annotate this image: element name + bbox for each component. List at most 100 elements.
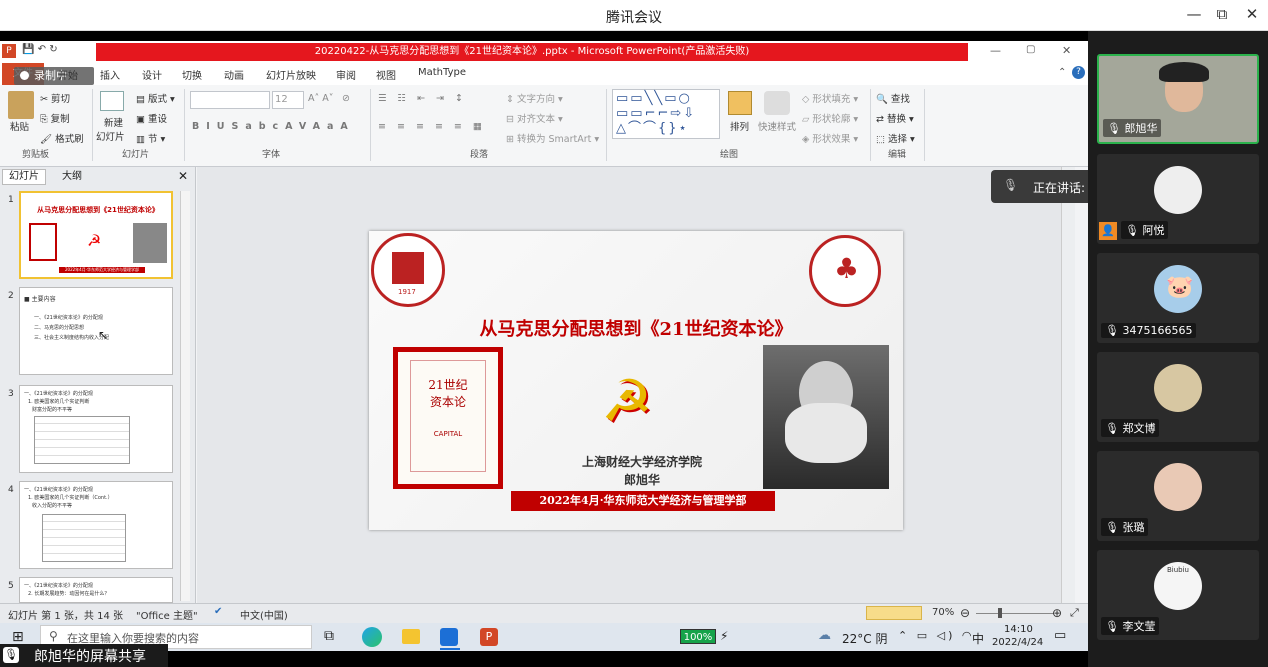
windows-start-icon[interactable]: ⊞: [12, 629, 24, 645]
quick-access-icon[interactable]: 💾 ↶ ↻: [22, 44, 58, 55]
grow-shrink-font-icon[interactable]: A˄ A˅: [308, 93, 334, 104]
zoom-in-button[interactable]: ⊕: [1052, 606, 1062, 620]
tencent-meeting-icon[interactable]: [440, 628, 458, 646]
slide-thumbnail-4[interactable]: 一、《21世纪资本论》的分配观 1. 欧美国家的几个实证判断（Cont.） 收入…: [19, 481, 173, 569]
thumb-line: 二、马克思的分配思想: [34, 325, 85, 331]
tab-design[interactable]: 设计: [142, 67, 162, 82]
task-view-icon[interactable]: ⧉: [324, 628, 334, 644]
minimize-button[interactable]: —: [1180, 5, 1208, 23]
tab-view[interactable]: 视图: [376, 67, 396, 82]
tray-icons[interactable]: ⌃ ▭ ◁) ◠: [898, 629, 974, 642]
participant-tile-6[interactable]: Biubiu 🎙 李文莹: [1097, 550, 1259, 640]
tab-mathtype[interactable]: MathType: [418, 67, 466, 78]
zoom-slider-thumb[interactable]: [998, 608, 1002, 618]
shape-fill-button[interactable]: ◇ 形状填充 ▾: [802, 91, 858, 105]
paste-button[interactable]: 粘贴: [10, 119, 29, 133]
participant-tile-5[interactable]: 🎙 张璐: [1097, 451, 1259, 541]
text-direction-button[interactable]: ⇕ 文字方向 ▾: [506, 91, 563, 105]
new-slide-icon[interactable]: [100, 91, 124, 111]
slide-thumbnail-2[interactable]: ■ 主要内容 一、《21世纪资本论》的分配观 二、马克思的分配思想 三、社会主义…: [19, 287, 173, 375]
view-buttons[interactable]: [866, 606, 922, 620]
clock-date[interactable]: 2022/4/24: [992, 637, 1043, 648]
shapes-gallery[interactable]: ▭▭╲╲▭○ ▭▭⌐⌐⇨⇩ △⌒⌒{}⋆: [612, 89, 720, 139]
ppt-titlebar: P 💾 ↶ ↻ 20220422-从马克思分配思想到《21世纪资本论》.pptx…: [0, 41, 1088, 63]
clear-format-icon[interactable]: ⊘: [342, 93, 350, 104]
tab-outline[interactable]: 大纲: [50, 169, 94, 185]
tab-insert[interactable]: 插入: [100, 67, 120, 82]
shape-effect-button[interactable]: ◈ 形状效果 ▾: [802, 131, 858, 145]
find-button[interactable]: 🔍 查找: [876, 91, 910, 105]
layout-button[interactable]: ▤ 版式 ▾: [136, 91, 175, 105]
tab-slideshow[interactable]: 幻灯片放映: [266, 67, 316, 82]
ime-indicator[interactable]: 中: [972, 630, 984, 647]
participant-tile-1[interactable]: 🎙 郎旭华: [1097, 54, 1259, 144]
fit-to-window-icon[interactable]: ⤢: [1070, 606, 1079, 620]
section-button[interactable]: ▥ 节 ▾: [136, 131, 165, 145]
divider: [370, 89, 371, 161]
participant-tile-2[interactable]: 👤 🎙 阿悦: [1097, 154, 1259, 244]
new-slide-label[interactable]: 新建: [104, 115, 123, 129]
spellcheck-icon[interactable]: ✔: [214, 606, 222, 617]
divider: [184, 89, 185, 161]
tab-transitions[interactable]: 切换: [182, 67, 202, 82]
current-slide[interactable]: 1917 ♣ 从马克思分配思想到《21世纪资本论》 21世纪 资本论 CAPIT…: [369, 231, 903, 530]
select-button[interactable]: ⬚ 选择 ▾: [876, 131, 915, 145]
thumb-title: 一、《21世纪资本论》的分配观: [24, 487, 93, 493]
cut-button[interactable]: ✂ 剪切: [40, 91, 70, 105]
font-size-box[interactable]: 12: [272, 91, 304, 109]
tab-review[interactable]: 审阅: [336, 67, 356, 82]
tab-home[interactable]: 开始: [58, 67, 78, 82]
book-title: 21世纪 资本论: [428, 378, 468, 409]
collapse-ribbon-icon[interactable]: ⌃: [1058, 67, 1066, 78]
font-name-box[interactable]: [190, 91, 270, 109]
slide-thumbnail-5[interactable]: 一、《21世纪资本论》的分配观 2. 长期发展趋势：动因何在是什么？: [19, 577, 173, 603]
vertical-scrollbar[interactable]: [1061, 167, 1075, 603]
replace-button[interactable]: ⇄ 替换 ▾: [876, 111, 914, 125]
paste-icon[interactable]: [8, 91, 34, 119]
thumb-sub: 收入分配的不平等: [32, 503, 73, 509]
quick-styles-button[interactable]: 快速样式: [758, 119, 796, 133]
zoom-out-button[interactable]: ⊖: [960, 606, 970, 620]
clock-time[interactable]: 14:10: [1004, 624, 1033, 635]
zoom-slider[interactable]: [976, 613, 1054, 614]
slide-thumbnail-3[interactable]: 一、《21世纪资本论》的分配观 1. 欧美国家的几个实证判断 财富分配的不平等: [19, 385, 173, 473]
align-buttons[interactable]: ≡ ≡ ≡ ≡ ≡ ▦: [378, 121, 486, 132]
shape-outline-button[interactable]: ▱ 形状轮廓 ▾: [802, 111, 858, 125]
ppt-restore-button[interactable]: ▢: [1026, 44, 1035, 55]
tab-slides[interactable]: 幻灯片: [2, 169, 46, 185]
editing-group-label: 编辑: [888, 150, 907, 160]
quick-styles-icon[interactable]: [764, 91, 790, 115]
edge-icon[interactable]: [362, 627, 382, 647]
list-buttons[interactable]: ☰ ☷ ⇤ ⇥ ↕: [378, 93, 467, 104]
format-painter-button[interactable]: 🖌 格式刷: [40, 131, 84, 145]
smartart-button[interactable]: ⊞ 转换为 SmartArt ▾: [506, 131, 599, 145]
notification-icon[interactable]: ▭: [1054, 628, 1066, 643]
arrange-button[interactable]: 排列: [730, 119, 749, 133]
file-explorer-icon[interactable]: [402, 629, 420, 644]
thumbnail-scrollbar[interactable]: [180, 191, 190, 601]
powerpoint-task-icon[interactable]: P: [480, 628, 498, 646]
arrange-icon[interactable]: [728, 91, 752, 115]
powerpoint-icon: P: [2, 44, 16, 58]
participant-tile-3[interactable]: 🐷 🎙 3475166565: [1097, 253, 1259, 343]
tab-animations[interactable]: 动画: [224, 67, 244, 82]
weather-text[interactable]: 22°C 阴: [842, 630, 887, 647]
ppt-minimize-button[interactable]: —: [990, 44, 1001, 57]
reset-button[interactable]: ▣ 重设: [136, 111, 167, 125]
participant-tile-4[interactable]: 🎙 郑文博: [1097, 352, 1259, 442]
mic-muted-icon: 🎙: [1003, 178, 1019, 192]
copy-button[interactable]: ⎘ 复制: [40, 111, 70, 125]
maximize-button[interactable]: ⧉: [1208, 5, 1236, 23]
font-style-buttons[interactable]: BIUSabcAVAaA: [192, 121, 355, 132]
slide-thumbnail-1[interactable]: 从马克思分配思想到《21世纪资本论》 ☭ 2022年4月·华东师范大学经济与管理…: [19, 191, 173, 279]
slide-count-status: 幻灯片 第 1 张，共 14 张: [8, 611, 123, 622]
ppt-close-button[interactable]: ✕: [1062, 44, 1071, 57]
thumb-title: 一、《21世纪资本论》的分配观: [24, 583, 93, 589]
help-icon[interactable]: ?: [1072, 66, 1085, 79]
participant-name: 🎙 李文莹: [1101, 617, 1160, 635]
new-slide-label2[interactable]: 幻灯片: [96, 129, 125, 143]
close-button[interactable]: ✕: [1238, 5, 1266, 23]
thumb-emblem: ☭: [87, 231, 102, 250]
align-text-button[interactable]: ⊟ 对齐文本 ▾: [506, 111, 563, 125]
close-panel-icon[interactable]: ✕: [178, 169, 188, 183]
